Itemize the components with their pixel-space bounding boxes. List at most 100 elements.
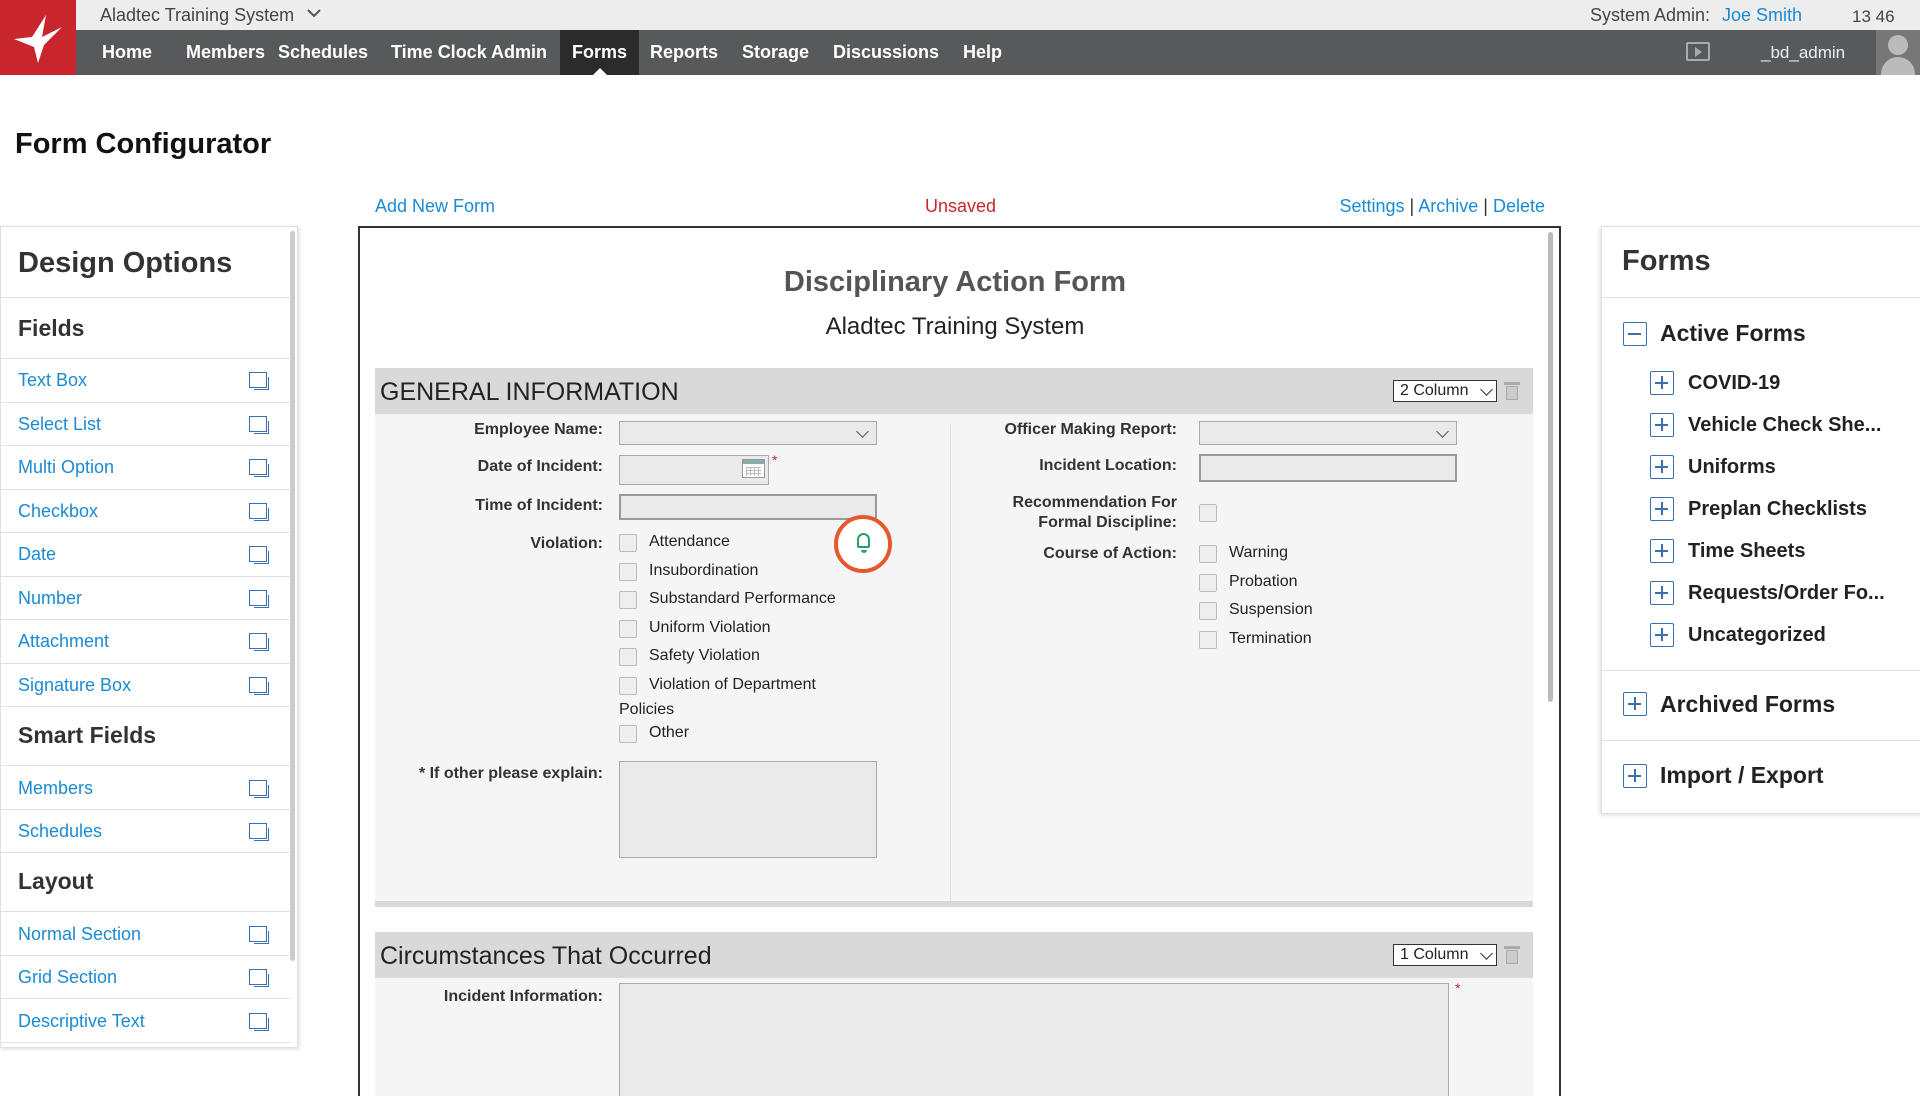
avatar[interactable]: [1876, 30, 1920, 75]
nav-schedules[interactable]: Schedules: [266, 30, 380, 75]
layout-normal-section[interactable]: Normal Section: [18, 924, 141, 945]
form-category-preplan[interactable]: Preplan Checklists: [1688, 498, 1867, 521]
add-grid-section-icon[interactable]: [249, 969, 269, 987]
checkbox[interactable]: [619, 648, 637, 666]
nav-storage[interactable]: Storage: [730, 30, 821, 75]
separator: |: [1483, 196, 1488, 216]
aladtec-logo[interactable]: [0, 0, 76, 75]
nav-forms[interactable]: Forms: [560, 30, 640, 75]
checkbox[interactable]: [1199, 631, 1217, 649]
expand-icon[interactable]: [1623, 764, 1647, 788]
nav-discussions[interactable]: Discussions: [821, 30, 951, 75]
course-of-action-label: Course of Action:: [1043, 545, 1177, 562]
checkbox[interactable]: [619, 591, 637, 609]
field-text-box[interactable]: Text Box: [18, 370, 87, 391]
layout-descriptive-text[interactable]: Descriptive Text: [18, 1011, 145, 1032]
add-attachment-icon[interactable]: [249, 633, 269, 651]
violation-department-policies-wrap: Policies: [619, 701, 675, 718]
add-descriptive-text-icon[interactable]: [249, 1013, 269, 1031]
checkbox[interactable]: [1199, 602, 1217, 620]
employee-name-select[interactable]: [619, 421, 877, 445]
settings-link[interactable]: Settings: [1339, 196, 1404, 216]
incident-location-field[interactable]: [1199, 454, 1457, 482]
general-information-header[interactable]: GENERAL INFORMATION 2 Column: [375, 368, 1533, 414]
active-forms-heading[interactable]: Active Forms: [1660, 320, 1806, 347]
form-title[interactable]: Disciplinary Action Form: [360, 266, 1550, 299]
incident-information-label: Incident Information:: [443, 988, 603, 1005]
smart-field-schedules[interactable]: Schedules: [18, 821, 102, 842]
checkbox[interactable]: [619, 534, 637, 552]
form-category-vehicle-check[interactable]: Vehicle Check She...: [1688, 414, 1881, 437]
chevron-down-icon[interactable]: [306, 5, 322, 26]
incident-information-textarea[interactable]: [619, 983, 1449, 1096]
expand-icon[interactable]: [1650, 539, 1674, 563]
import-export-heading[interactable]: Import / Export: [1660, 762, 1824, 789]
column-layout-select[interactable]: 2 Column: [1393, 380, 1497, 402]
account-name[interactable]: _bd_admin: [1761, 43, 1845, 63]
add-normal-section-icon[interactable]: [249, 926, 269, 944]
checkbox[interactable]: [619, 620, 637, 638]
nav-time-clock-admin[interactable]: Time Clock Admin: [379, 30, 559, 75]
field-number[interactable]: Number: [18, 588, 82, 609]
delete-link[interactable]: Delete: [1493, 196, 1545, 216]
form-category-uniforms[interactable]: Uniforms: [1688, 456, 1776, 479]
field-attachment[interactable]: Attachment: [18, 631, 109, 652]
form-category-requests[interactable]: Requests/Order Fo...: [1688, 582, 1885, 605]
checkbox[interactable]: [619, 725, 637, 743]
circumstances-header[interactable]: Circumstances That Occurred 1 Column: [375, 932, 1533, 978]
add-date-icon[interactable]: [249, 546, 269, 564]
expand-icon[interactable]: [1650, 581, 1674, 605]
expand-icon[interactable]: [1650, 413, 1674, 437]
field-checkbox[interactable]: Checkbox: [18, 501, 98, 522]
layout-grid-section[interactable]: Grid Section: [18, 967, 117, 988]
checkbox[interactable]: [1199, 574, 1217, 592]
trash-icon[interactable]: [1504, 382, 1520, 400]
system-admin-user-link[interactable]: Joe Smith: [1722, 5, 1802, 26]
add-new-form-link[interactable]: Add New Form: [375, 196, 495, 217]
archive-link[interactable]: Archive: [1418, 196, 1478, 216]
time-of-incident-field[interactable]: [619, 494, 877, 520]
add-text-box-icon[interactable]: [249, 372, 269, 390]
checkbox[interactable]: [619, 677, 637, 695]
add-checkbox-icon[interactable]: [249, 503, 269, 521]
expand-icon[interactable]: [1650, 623, 1674, 647]
archived-forms-heading[interactable]: Archived Forms: [1660, 691, 1835, 718]
trash-icon[interactable]: [1504, 946, 1520, 964]
officer-making-report-select[interactable]: [1199, 421, 1457, 445]
column-layout-select[interactable]: 1 Column: [1393, 944, 1497, 966]
field-date[interactable]: Date: [18, 544, 56, 565]
checkbox[interactable]: [619, 563, 637, 581]
form-category-covid[interactable]: COVID-19: [1688, 372, 1780, 395]
add-schedules-icon[interactable]: [249, 823, 269, 841]
calendar-icon[interactable]: [742, 459, 765, 478]
add-members-icon[interactable]: [249, 780, 269, 798]
expand-icon[interactable]: [1623, 692, 1647, 716]
other-explain-textarea[interactable]: [619, 761, 877, 858]
expand-icon[interactable]: [1650, 371, 1674, 395]
add-select-list-icon[interactable]: [249, 416, 269, 434]
nav-help[interactable]: Help: [951, 30, 1014, 75]
recommendation-checkbox[interactable]: [1199, 504, 1217, 522]
nav-home[interactable]: Home: [90, 30, 164, 75]
collapse-icon[interactable]: [1623, 322, 1647, 346]
form-category-uncategorized[interactable]: Uncategorized: [1688, 624, 1826, 647]
expand-icon[interactable]: [1650, 455, 1674, 479]
field-select-list[interactable]: Select List: [18, 414, 101, 435]
field-signature-box[interactable]: Signature Box: [18, 675, 131, 696]
date-of-incident-field[interactable]: [619, 455, 769, 485]
add-signature-box-icon[interactable]: [249, 677, 269, 695]
canvas-scrollbar[interactable]: [1548, 232, 1553, 702]
system-name[interactable]: Aladtec Training System: [100, 5, 294, 26]
expand-icon[interactable]: [1650, 497, 1674, 521]
field-multi-option[interactable]: Multi Option: [18, 457, 114, 478]
add-multi-option-icon[interactable]: [249, 459, 269, 477]
checkbox[interactable]: [1199, 545, 1217, 563]
notification-bell-highlight[interactable]: [834, 515, 892, 573]
nav-reports[interactable]: Reports: [638, 30, 730, 75]
nav-members[interactable]: Members: [174, 30, 277, 75]
smart-field-members[interactable]: Members: [18, 778, 93, 799]
smart-fields-heading: Smart Fields: [18, 722, 157, 748]
form-category-time-sheets[interactable]: Time Sheets: [1688, 540, 1805, 563]
screen-share-icon[interactable]: [1686, 42, 1710, 61]
add-number-icon[interactable]: [249, 590, 269, 608]
